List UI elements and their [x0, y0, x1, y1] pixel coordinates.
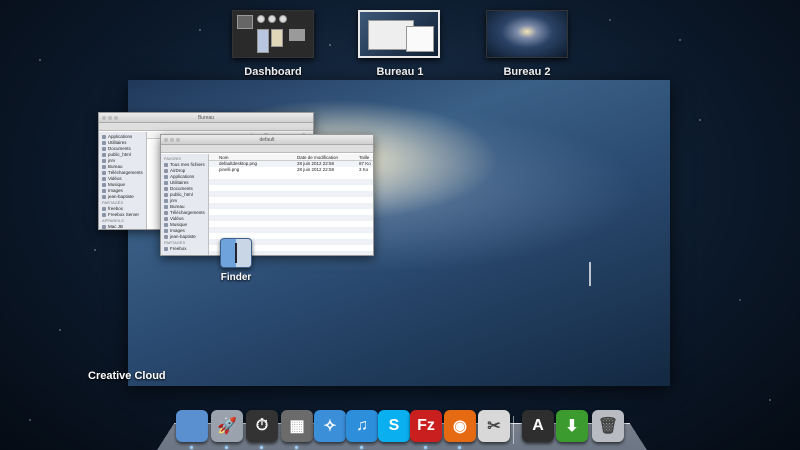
filezilla-dock-icon[interactable]: Fz — [410, 410, 442, 442]
window-title: Bureau — [197, 115, 215, 121]
dashboard-space-label: Dashboard — [244, 66, 302, 78]
skype-dock-icon[interactable]: S — [378, 410, 410, 442]
dashboard-dock-icon[interactable]: ⏱ — [246, 410, 278, 442]
sidebar-item[interactable]: Freebox — [161, 246, 208, 252]
column-headers: Nom Date de modification Taille — [209, 154, 373, 161]
running-indicator — [424, 446, 427, 449]
toolbar — [161, 145, 373, 153]
bureau-2-space-label: Bureau 2 — [503, 66, 551, 78]
finder-dock-icon[interactable] — [176, 410, 208, 442]
trash-dock-icon[interactable]: 🗑 — [592, 410, 624, 442]
sidebar-item[interactable]: Mac JB — [99, 224, 146, 229]
firefox-dock-icon[interactable]: ◉ — [444, 410, 476, 442]
running-indicator — [260, 446, 263, 449]
running-indicator — [190, 446, 193, 449]
sidebar: FAVORIS Tous mes fichiers AirDrop Applic… — [161, 154, 209, 255]
finder-window-group-label: Finder — [220, 272, 252, 283]
running-indicator — [458, 446, 461, 449]
finder-window-front[interactable]: default FAVORIS Tous mes fichiers AirDro… — [160, 134, 374, 256]
dashboard-space-thumbnail[interactable] — [232, 10, 314, 58]
titlebar: Bureau — [99, 113, 313, 123]
sidebar: Applications Utilitaires Documents publi… — [99, 132, 147, 229]
mission-control-dock-icon[interactable]: ▦ — [281, 410, 313, 442]
safari-dock-icon[interactable]: ✧ — [314, 410, 346, 442]
bureau-2-space-thumbnail[interactable] — [486, 10, 568, 58]
downloads-folder-dock-icon[interactable]: ⬇ — [556, 410, 588, 442]
itunes-dock-icon[interactable]: ♫ — [346, 410, 378, 442]
dock: 🚀 ⏱ ▦ ✧ ♫ S Fz ◉ ✂ A ⬇ 🗑 — [176, 408, 636, 450]
running-indicator — [295, 446, 298, 449]
launchpad-dock-icon[interactable]: 🚀 — [211, 410, 243, 442]
bureau-1-space-label: Bureau 1 — [376, 66, 424, 78]
running-indicator — [225, 446, 228, 449]
scroll-handle[interactable] — [589, 262, 591, 286]
toolbar — [99, 123, 313, 131]
applications-folder-dock-icon[interactable]: A — [522, 410, 554, 442]
creative-cloud-label: Creative Cloud — [88, 370, 166, 382]
utility-dock-icon[interactable]: ✂ — [478, 410, 510, 442]
column-name[interactable]: Nom — [219, 155, 229, 160]
column-date[interactable]: Date de modification — [297, 155, 338, 160]
finder-icon[interactable] — [220, 238, 252, 268]
window-title: default — [259, 137, 275, 143]
column-size[interactable]: Taille — [359, 155, 369, 160]
running-indicator — [360, 446, 363, 449]
dock-separator — [513, 416, 514, 444]
titlebar: default — [161, 135, 373, 145]
bureau-1-space-thumbnail[interactable] — [358, 10, 440, 58]
